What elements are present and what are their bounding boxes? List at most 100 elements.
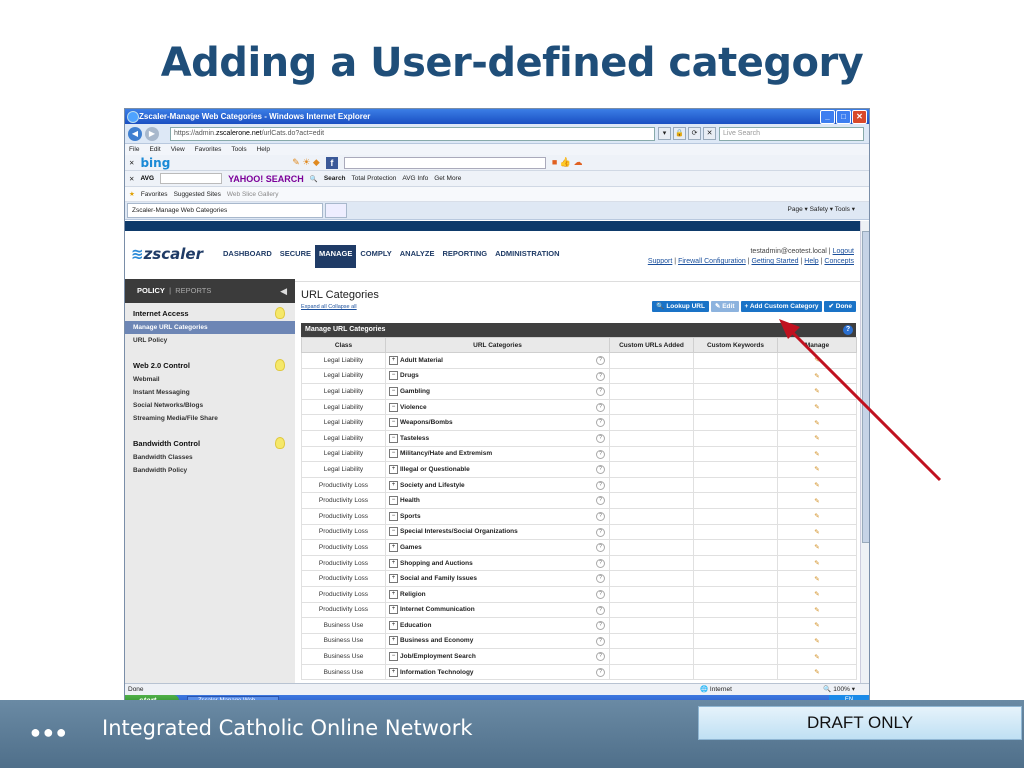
expand-toggle-icon[interactable]: − xyxy=(389,527,398,537)
edit-pencil-icon[interactable]: ✎ xyxy=(777,632,857,650)
expand-toggle-icon[interactable]: + xyxy=(389,589,398,599)
row-category[interactable]: − Violence? xyxy=(385,398,610,416)
info-icon[interactable]: ? xyxy=(596,543,605,553)
collapse-all-link[interactable]: Collapse all xyxy=(328,304,356,310)
total-protection-button[interactable]: Total Protection xyxy=(352,175,397,182)
expand-toggle-icon[interactable]: + xyxy=(389,480,398,490)
expand-toggle-icon[interactable]: + xyxy=(389,542,398,552)
edit-pencil-icon[interactable]: ✎ xyxy=(777,585,857,603)
edit-pencil-icon[interactable]: ✎ xyxy=(777,554,857,572)
suggested-sites-link[interactable]: Suggested Sites xyxy=(174,191,221,198)
row-category[interactable]: + Religion? xyxy=(385,585,610,603)
row-category[interactable]: + Business and Economy? xyxy=(385,632,610,650)
menu-tools[interactable]: Tools xyxy=(231,144,246,155)
lookup-url-button[interactable]: 🔍 Lookup URL xyxy=(652,301,709,312)
nav-manage[interactable]: MANAGE xyxy=(315,245,357,268)
avg-info-button[interactable]: AVG Info xyxy=(402,175,428,182)
expand-toggle-icon[interactable]: + xyxy=(389,558,398,568)
info-icon[interactable]: ? xyxy=(596,574,605,584)
lock-icon[interactable]: 🔒 xyxy=(673,127,686,140)
info-icon[interactable]: ? xyxy=(596,496,605,506)
menu-file[interactable]: File xyxy=(129,144,139,155)
expand-toggle-icon[interactable]: + xyxy=(389,464,398,474)
nav-dashboard[interactable]: DASHBOARD xyxy=(219,245,276,268)
tab-zscaler[interactable]: Zscaler-Manage Web Categories xyxy=(127,203,323,218)
scroll-thumb[interactable] xyxy=(862,231,869,543)
info-icon[interactable]: ? xyxy=(596,433,605,443)
expand-toggle-icon[interactable]: − xyxy=(389,511,398,521)
row-category[interactable]: − Health? xyxy=(385,492,610,509)
edit-pencil-icon[interactable]: ✎ xyxy=(777,663,857,681)
expand-toggle-icon[interactable]: + xyxy=(389,574,398,584)
edit-pencil-icon[interactable]: ✎ xyxy=(777,383,857,400)
nav-comply[interactable]: COMPLY xyxy=(356,245,395,268)
sidebar-item-webmail[interactable]: Webmail xyxy=(125,373,295,386)
support-link[interactable]: Support xyxy=(648,258,673,265)
web-slice-gallery-link[interactable]: Web Slice Gallery xyxy=(227,191,279,198)
row-category[interactable]: − Tasteless? xyxy=(385,429,610,447)
toolbar-search-input[interactable] xyxy=(343,156,546,169)
sidebar-item-url-policy[interactable]: URL Policy xyxy=(125,334,295,347)
menu-help[interactable]: Help xyxy=(257,144,270,155)
menu-edit[interactable]: Edit xyxy=(149,144,160,155)
expand-toggle-icon[interactable]: − xyxy=(389,371,398,381)
command-bar[interactable]: Page ▾ Safety ▾ Tools ▾ xyxy=(788,205,855,213)
nav-secure[interactable]: SECURE xyxy=(276,245,315,268)
edit-pencil-icon[interactable]: ✎ xyxy=(777,492,857,509)
expand-toggle-icon[interactable]: + xyxy=(389,620,398,630)
edit-pencil-icon[interactable]: ✎ xyxy=(777,367,857,385)
logout-link[interactable]: Logout xyxy=(833,248,854,255)
page-scrollbar[interactable] xyxy=(860,221,869,683)
edit-pencil-icon[interactable]: ✎ xyxy=(777,617,857,634)
info-icon[interactable]: ? xyxy=(596,465,605,475)
toolbar-search-button[interactable]: Search xyxy=(324,175,346,182)
zoom-level[interactable]: 🔍 100% ▾ xyxy=(823,684,855,695)
edit-pencil-icon[interactable]: ✎ xyxy=(777,429,857,447)
expand-toggle-icon[interactable]: − xyxy=(389,496,398,506)
col-url-categories[interactable]: URL Categories xyxy=(385,337,610,353)
info-icon[interactable]: ? xyxy=(596,511,605,521)
add-custom-category-button[interactable]: + Add Custom Category xyxy=(740,301,823,312)
row-category[interactable]: + Information Technology? xyxy=(385,663,610,681)
edit-pencil-icon[interactable]: ✎ xyxy=(777,507,857,525)
refresh-icon[interactable]: ⟳ xyxy=(688,127,701,140)
edit-pencil-icon[interactable]: ✎ xyxy=(777,461,857,478)
avg-logo[interactable]: AVG xyxy=(140,175,154,182)
info-icon[interactable]: ? xyxy=(596,605,605,615)
nav-analyze[interactable]: ANALYZE xyxy=(396,245,439,268)
info-icon[interactable]: ? xyxy=(596,589,605,599)
nav-administration[interactable]: ADMINISTRATION xyxy=(491,245,563,268)
sidebar-item-social-networks[interactable]: Social Networks/Blogs xyxy=(125,399,295,412)
favorites-button[interactable]: Favorites xyxy=(141,191,168,198)
close-window-button[interactable]: ✕ xyxy=(852,110,867,124)
expand-toggle-icon[interactable]: − xyxy=(389,386,398,396)
row-category[interactable]: + Shopping and Auctions? xyxy=(385,554,610,572)
edit-pencil-icon[interactable]: ✎ xyxy=(777,445,857,463)
row-category[interactable]: + Internet Communication? xyxy=(385,601,610,619)
row-category[interactable]: − Special Interests/Social Organizations? xyxy=(385,523,610,541)
row-category[interactable]: + Education? xyxy=(385,617,610,634)
row-category[interactable]: − Weapons/Bombs? xyxy=(385,414,610,431)
edit-button[interactable]: ✎ Edit xyxy=(710,301,739,312)
expand-toggle-icon[interactable]: − xyxy=(389,652,398,662)
help-icon[interactable]: ? xyxy=(843,325,853,335)
edit-pencil-icon[interactable]: ✎ xyxy=(777,352,857,369)
info-icon[interactable]: ? xyxy=(596,418,605,428)
col-custom-urls[interactable]: Custom URLs Added xyxy=(609,337,694,353)
nav-reporting[interactable]: REPORTING xyxy=(439,245,492,268)
col-custom-keywords[interactable]: Custom Keywords xyxy=(693,337,778,353)
edit-pencil-icon[interactable]: ✎ xyxy=(777,476,857,494)
expand-toggle-icon[interactable]: − xyxy=(389,433,398,443)
collapse-sidebar-icon[interactable]: ◀ xyxy=(280,279,287,303)
row-category[interactable]: + Games? xyxy=(385,539,610,556)
tab-policy[interactable]: POLICY xyxy=(137,286,165,295)
row-category[interactable]: + Society and Lifestyle? xyxy=(385,476,610,494)
back-button[interactable]: ◀ xyxy=(128,126,142,141)
live-search-input[interactable]: Live Search xyxy=(719,126,864,141)
info-icon[interactable]: ? xyxy=(596,402,605,412)
info-icon[interactable]: ? xyxy=(596,480,605,490)
dropdown-icon[interactable]: ▾ xyxy=(658,127,671,140)
sidebar-item-bandwidth-policy[interactable]: Bandwidth Policy xyxy=(125,464,295,477)
tab-reports[interactable]: REPORTS xyxy=(175,286,211,295)
sidebar-item-manage-url-categories[interactable]: Manage URL Categories xyxy=(125,321,295,334)
